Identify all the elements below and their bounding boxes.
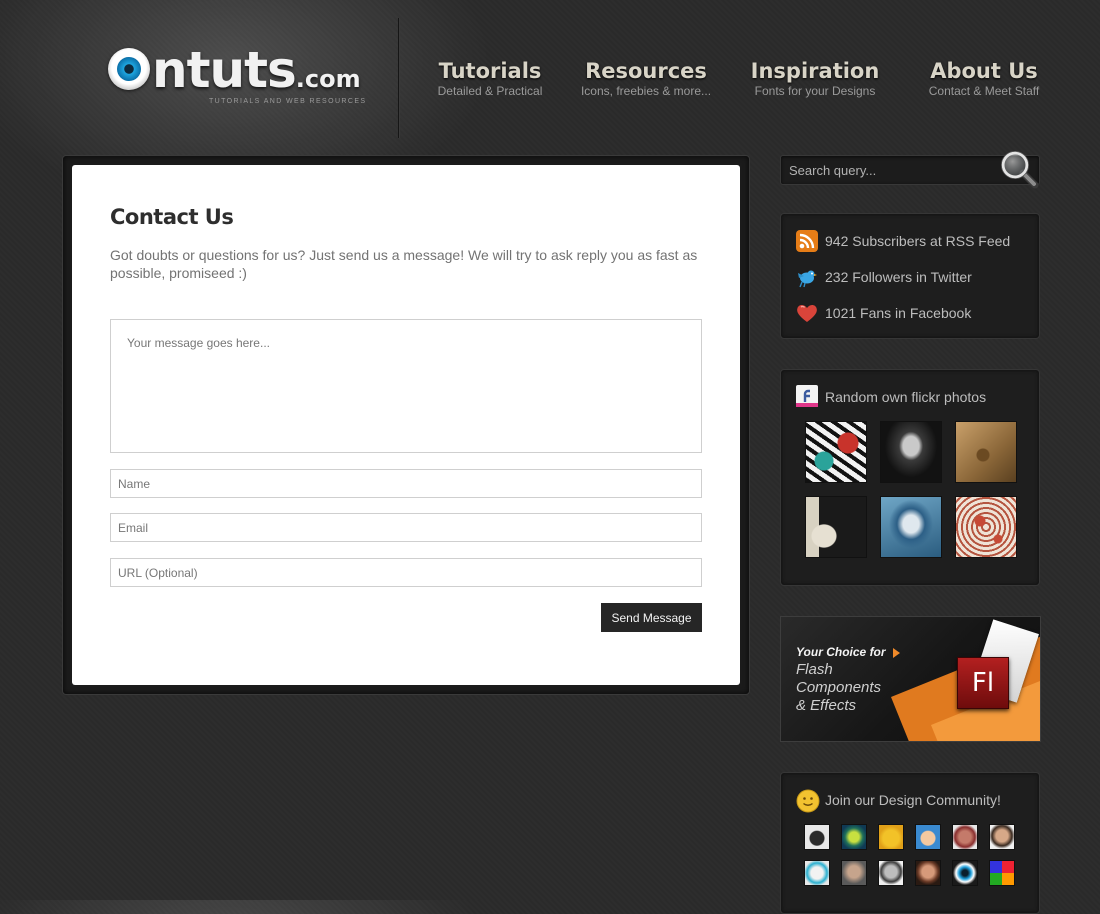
flickr-photo[interactable] [806, 422, 866, 482]
nav-subtitle: Contact & Meet Staff [928, 84, 1040, 98]
flickr-photo[interactable] [956, 422, 1016, 482]
stat-text: 232 Followers in Twitter [825, 269, 972, 285]
smiley-icon [796, 789, 820, 813]
logo-text: ntuts [152, 41, 297, 99]
eye-logo-icon [108, 48, 150, 90]
flickr-icon [796, 385, 818, 407]
member-avatar[interactable] [805, 825, 829, 849]
member-avatar[interactable] [916, 825, 940, 849]
ad-line: Flash [796, 661, 833, 678]
community-widget-title: Join our Design Community! [825, 792, 1001, 808]
nav-item-resources[interactable]: Resources Icons, freebies & more... [574, 58, 718, 98]
nav-subtitle: Icons, freebies & more... [580, 84, 712, 98]
rss-icon [796, 230, 818, 252]
member-avatar[interactable] [842, 861, 866, 885]
nav-item-tutorials[interactable]: Tutorials Detailed & Practical [430, 58, 550, 98]
message-textarea[interactable] [110, 319, 702, 453]
page-title: Contact Us [110, 205, 234, 229]
url-field[interactable] [110, 558, 702, 587]
flickr-widget-title: Random own flickr photos [825, 389, 987, 405]
social-stats-widget: 942 Subscribers at RSS Feed 232 Follower… [780, 213, 1040, 339]
arrow-right-icon [893, 648, 900, 658]
header-divider [398, 18, 399, 138]
heart-icon [797, 305, 817, 322]
page-intro: Got doubts or questions for us? Just sen… [110, 247, 698, 281]
nav-title: Inspiration [750, 59, 880, 83]
twitter-bird-icon [798, 270, 817, 288]
stat-text: 1021 Fans in Facebook [825, 305, 972, 321]
site-logo[interactable]: ntuts.com TUTORIALS AND WEB RESOURCES [106, 41, 367, 114]
member-avatar[interactable] [842, 825, 866, 849]
member-avatar[interactable] [953, 825, 977, 849]
member-avatar[interactable] [879, 861, 903, 885]
member-avatar[interactable] [990, 825, 1014, 849]
member-avatar[interactable] [805, 861, 829, 885]
nav-title: Resources [585, 59, 707, 83]
stat-text: 942 Subscribers at RSS Feed [825, 233, 1011, 249]
flickr-photo[interactable] [956, 497, 1016, 557]
flickr-photo[interactable] [806, 497, 866, 557]
nav-subtitle: Detailed & Practical [437, 84, 543, 98]
member-avatar[interactable] [879, 825, 903, 849]
search-input[interactable] [789, 161, 989, 179]
name-field[interactable] [110, 469, 702, 498]
flickr-photo[interactable] [881, 422, 941, 482]
ad-line: & Effects [796, 697, 857, 714]
nav-item-about-us[interactable]: About Us Contact & Meet Staff [924, 58, 1044, 98]
member-avatar[interactable] [916, 861, 940, 885]
email-field[interactable] [110, 513, 702, 542]
nav-title: Tutorials [438, 59, 542, 83]
send-message-button[interactable]: Send Message [601, 603, 702, 632]
logo-tagline: TUTORIALS AND WEB RESOURCES [209, 98, 367, 105]
logo-suffix: .com [295, 65, 361, 93]
nav-subtitle: Fonts for your Designs [754, 84, 876, 98]
flickr-photo[interactable] [881, 497, 941, 557]
magnifier-search-icon[interactable] [998, 148, 1040, 190]
nav-title: About Us [930, 59, 1038, 83]
member-avatar[interactable] [953, 861, 977, 885]
ad-line: Components [796, 679, 882, 696]
ad-heading: Your Choice for [796, 645, 886, 659]
nav-item-inspiration[interactable]: Inspiration Fonts for your Designs [745, 58, 885, 98]
flash-components-ad[interactable]: Your Choice for Flash Components & Effec… [780, 616, 1041, 742]
flash-logo-icon: Fl [957, 657, 1009, 709]
member-avatar[interactable] [990, 861, 1014, 885]
